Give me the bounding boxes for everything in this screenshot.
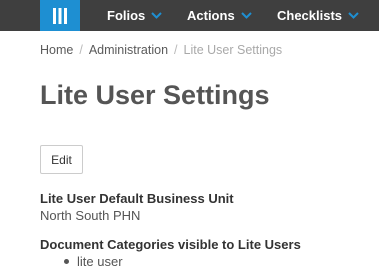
document-categories-label: Document Categories visible to Lite User… (40, 237, 301, 252)
breadcrumb-current: Lite User Settings (183, 43, 283, 57)
document-categories-list: lite user (64, 254, 123, 269)
app-logo[interactable] (40, 0, 80, 31)
business-unit-value: North South PHN (40, 208, 141, 223)
breadcrumb: Home / Administration / Lite User Settin… (40, 42, 282, 58)
top-navigation-bar: Folios Actions Checklists (0, 0, 379, 31)
nav-actions[interactable]: Actions (187, 0, 252, 31)
business-unit-label: Lite User Default Business Unit (40, 191, 234, 206)
breadcrumb-separator: / (79, 43, 83, 57)
document-category-label: lite user (77, 254, 123, 269)
edit-button[interactable]: Edit (40, 145, 83, 174)
chevron-down-icon (348, 12, 359, 19)
chevron-down-icon (151, 12, 162, 19)
nav-checklists-label: Checklists (277, 8, 343, 23)
grid-bars-icon (53, 7, 67, 24)
chevron-down-icon (240, 12, 252, 19)
nav-checklists[interactable]: Checklists (277, 0, 359, 31)
breadcrumb-separator: / (174, 43, 178, 57)
nav-folios[interactable]: Folios (107, 0, 162, 31)
bullet-icon (64, 259, 69, 264)
nav-folios-label: Folios (107, 8, 146, 23)
breadcrumb-administration[interactable]: Administration (89, 43, 168, 57)
breadcrumb-home[interactable]: Home (40, 43, 73, 57)
list-item: lite user (64, 254, 123, 269)
nav-actions-label: Actions (187, 8, 235, 23)
page-title: Lite User Settings (40, 80, 270, 110)
